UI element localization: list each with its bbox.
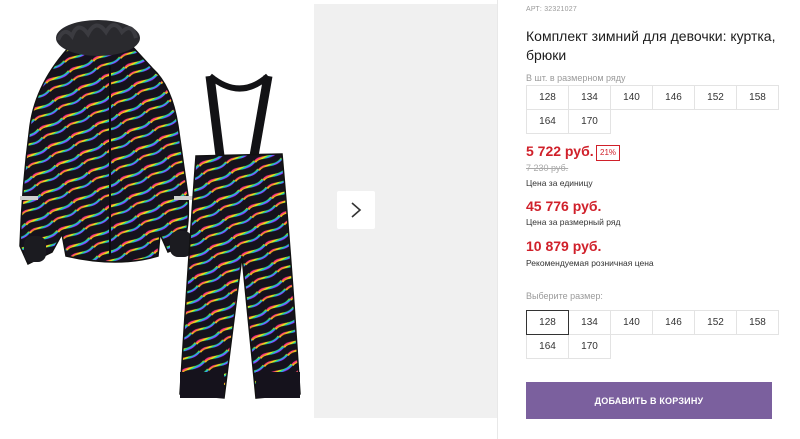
product-title: Комплект зимний для девочки: куртка, брю… bbox=[526, 28, 776, 63]
retail-price-caption: Рекомендуемая розничная цена bbox=[526, 258, 654, 268]
size-select-label: Выберите размер: bbox=[526, 291, 603, 301]
size-option-140[interactable]: 140 bbox=[610, 310, 653, 335]
row-size-cell-170[interactable]: 170 bbox=[568, 109, 611, 134]
discount-badge: 21% bbox=[596, 145, 621, 161]
size-option-170[interactable]: 170 bbox=[568, 334, 611, 359]
size-option-128[interactable]: 128 bbox=[526, 310, 569, 335]
chevron-right-icon bbox=[351, 202, 362, 218]
row-size-cell-140[interactable]: 140 bbox=[610, 85, 653, 110]
gallery-next-button[interactable] bbox=[337, 191, 375, 229]
row-sizes-grid: 128 134 140 146 152 158 164 170 bbox=[526, 85, 779, 134]
unit-price-caption: Цена за единицу bbox=[526, 178, 593, 188]
retail-price: 10 879 руб. bbox=[526, 238, 602, 254]
row-size-cell-146[interactable]: 146 bbox=[652, 85, 695, 110]
row-price: 45 776 руб. bbox=[526, 198, 602, 214]
size-option-164[interactable]: 164 bbox=[526, 334, 569, 359]
product-gallery bbox=[0, 0, 498, 439]
size-option-134[interactable]: 134 bbox=[568, 310, 611, 335]
size-option-158[interactable]: 158 bbox=[736, 310, 779, 335]
row-size-cell-158[interactable]: 158 bbox=[736, 85, 779, 110]
row-price-caption: Цена за размерный ряд bbox=[526, 217, 621, 227]
size-select-grid: 128 134 140 146 152 158 164 170 bbox=[526, 310, 779, 359]
row-size-cell-152[interactable]: 152 bbox=[694, 85, 737, 110]
unit-price: 5 722 руб. bbox=[526, 143, 594, 159]
product-photo bbox=[19, 20, 301, 399]
size-option-146[interactable]: 146 bbox=[652, 310, 695, 335]
product-sku: АРТ: 32321027 bbox=[526, 6, 577, 13]
old-price: 7 230 руб. bbox=[526, 163, 569, 173]
row-size-cell-134[interactable]: 134 bbox=[568, 85, 611, 110]
add-to-cart-button[interactable]: ДОБАВИТЬ В КОРЗИНУ bbox=[526, 382, 772, 419]
row-sizes-label: В шт. в размерном ряду bbox=[526, 73, 626, 83]
row-size-cell-164[interactable]: 164 bbox=[526, 109, 569, 134]
column-divider bbox=[497, 0, 498, 439]
row-size-cell-128[interactable]: 128 bbox=[526, 85, 569, 110]
size-option-152[interactable]: 152 bbox=[694, 310, 737, 335]
